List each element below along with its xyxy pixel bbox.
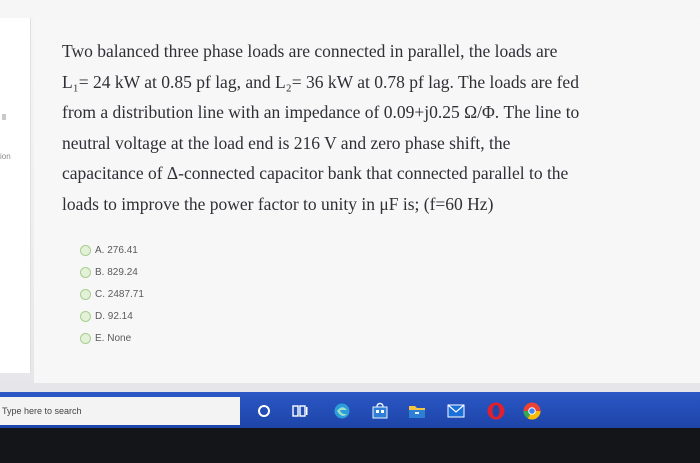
sidebar-label[interactable]: ion bbox=[0, 152, 11, 161]
answer-option-c[interactable]: C. 2487.71 bbox=[80, 283, 144, 305]
option-label: E. None bbox=[95, 332, 132, 344]
question-line: loads to improve the power factor to uni… bbox=[62, 193, 494, 214]
option-label: A. 276.41 bbox=[95, 244, 138, 256]
answer-option-b[interactable]: B. 829.24 bbox=[80, 261, 144, 283]
cortana-icon[interactable] bbox=[252, 399, 276, 423]
sidebar-marker bbox=[2, 114, 6, 120]
file-explorer-icon[interactable] bbox=[405, 399, 429, 423]
radio-button[interactable] bbox=[80, 244, 91, 256]
opera-icon[interactable] bbox=[484, 399, 508, 423]
option-label: C. 2487.71 bbox=[95, 288, 144, 300]
mail-icon[interactable] bbox=[444, 399, 468, 423]
edge-icon[interactable] bbox=[330, 399, 354, 423]
answer-option-d[interactable]: D. 92.14 bbox=[80, 305, 144, 327]
course-sidebar: ion bbox=[0, 18, 31, 373]
search-input[interactable] bbox=[0, 405, 240, 417]
radio-button[interactable] bbox=[80, 332, 91, 344]
option-label: B. 829.24 bbox=[95, 266, 138, 278]
screen-bezel bbox=[0, 428, 700, 463]
taskbar-search-box[interactable] bbox=[0, 397, 240, 425]
radio-button[interactable] bbox=[80, 310, 91, 322]
radio-button[interactable] bbox=[80, 288, 91, 300]
question-line: Two balanced three phase loads are conne… bbox=[62, 41, 558, 61]
answer-option-e[interactable]: E. None bbox=[80, 327, 144, 349]
task-view-icon[interactable] bbox=[288, 399, 312, 423]
radio-button[interactable] bbox=[80, 266, 91, 278]
question-line: from a distribution line with an impedan… bbox=[62, 102, 580, 122]
question-line: capacitance of Δ-connected capacitor ban… bbox=[62, 163, 569, 183]
question-line: neutral voltage at the load end is 216 V… bbox=[62, 132, 511, 153]
browser-viewport: ion Two balanced three phase loads are c… bbox=[0, 0, 700, 392]
option-label: D. 92.14 bbox=[95, 310, 133, 322]
question-line: L₁= 24 kW at 0.85 pf lag, and L₂= 36 kW … bbox=[62, 71, 579, 92]
store-icon[interactable] bbox=[368, 399, 392, 423]
answer-options: A. 276.41 B. 829.24 C. 2487.71 D. 92.14 … bbox=[80, 239, 144, 349]
chrome-icon[interactable] bbox=[520, 399, 544, 423]
question-text: Two balanced three phase loads are conne… bbox=[62, 36, 674, 219]
answer-option-a[interactable]: A. 276.41 bbox=[80, 239, 144, 261]
